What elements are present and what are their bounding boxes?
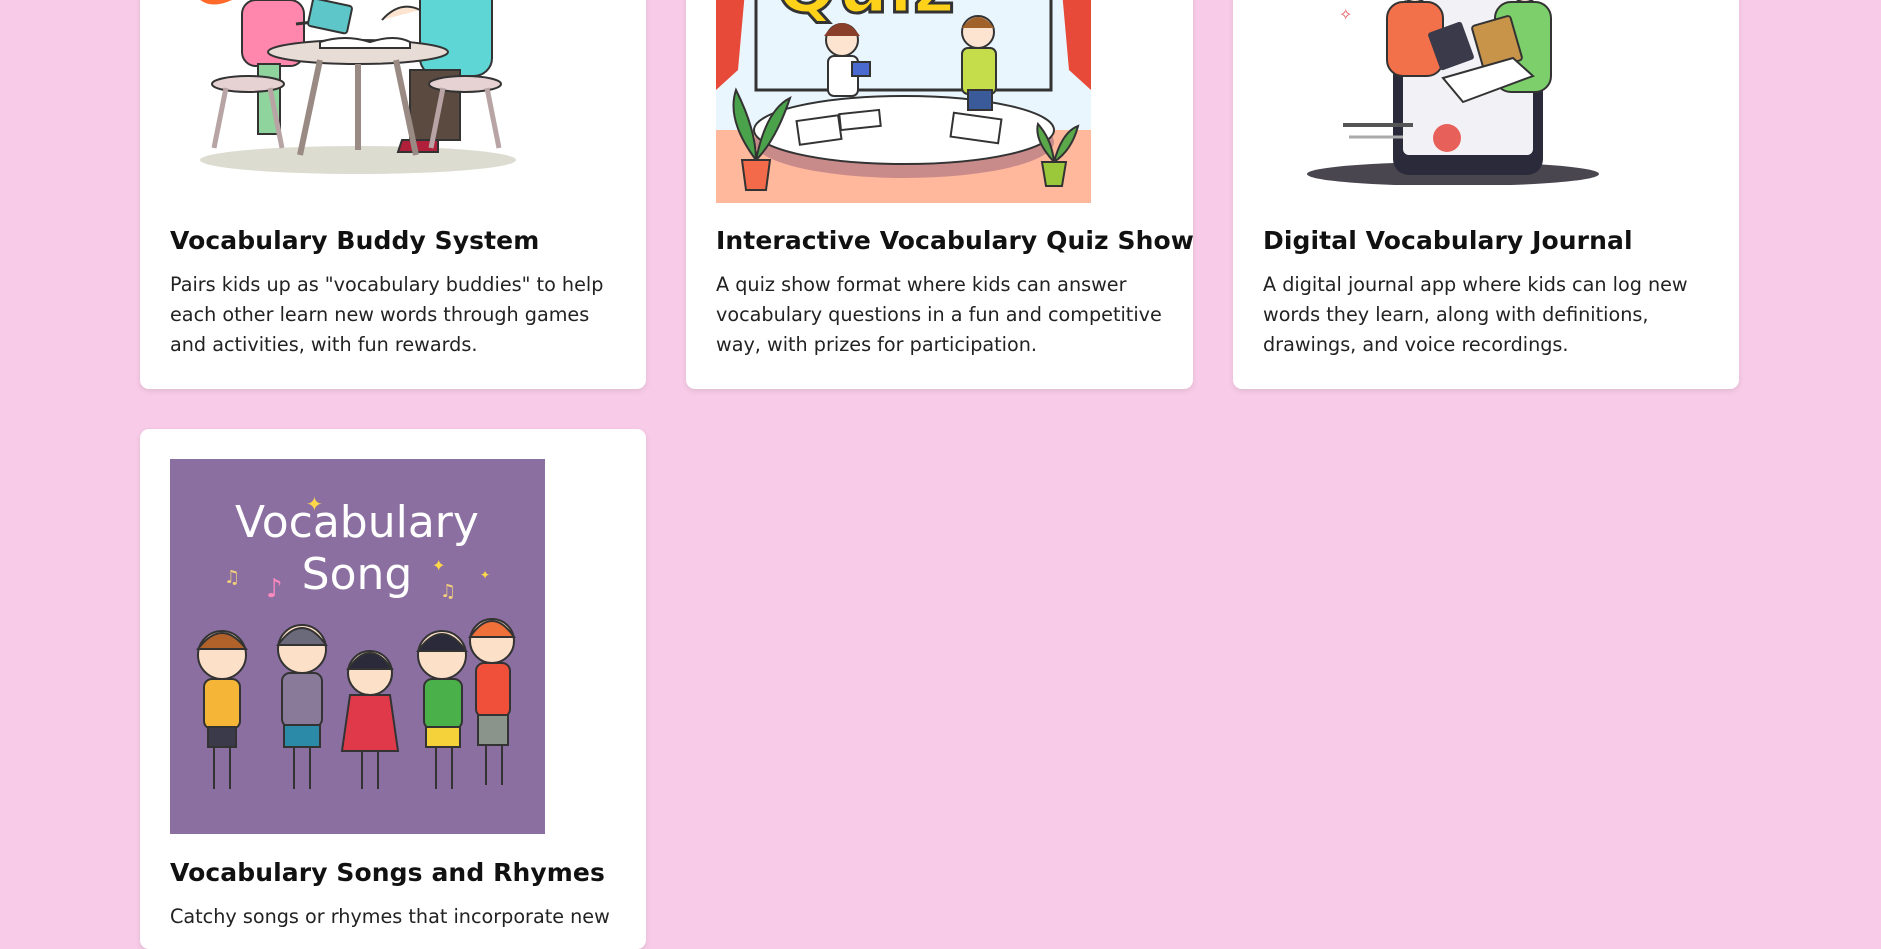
card-title: Digital Vocabulary Journal xyxy=(1263,226,1633,255)
quiz-show-stage-illustration: Quiz xyxy=(716,0,1091,203)
idea-card-songs-rhymes[interactable]: Vocabulary Song ✦ ✦ ✦ ♫ ♪ ♫ Vocabulary S… xyxy=(140,429,646,949)
card-title: Interactive Vocabulary Quiz Show xyxy=(716,226,1193,255)
card-description: Catchy songs or rhymes that incorporate … xyxy=(170,905,610,928)
idea-card-quiz-show[interactable]: Quiz xyxy=(686,0,1193,389)
card-title: Vocabulary Songs and Rhymes xyxy=(170,858,605,887)
kids-singing-illustration: Vocabulary Song ✦ ✦ ✦ ♫ ♪ ♫ xyxy=(170,459,545,834)
card-description: A quiz show format where kids can answer… xyxy=(716,273,1162,356)
card-description: A digital journal app where kids can log… xyxy=(1263,273,1688,356)
idea-card-grid: Vocabulary Buddy System Pairs kids up as… xyxy=(0,0,1881,949)
svg-text:✧: ✧ xyxy=(1339,5,1352,24)
two-kids-at-table-illustration xyxy=(170,0,545,180)
svg-text:✦: ✦ xyxy=(480,568,490,582)
idea-card-buddy-system[interactable]: Vocabulary Buddy System Pairs kids up as… xyxy=(140,0,646,389)
quiz-sign-text: Quiz xyxy=(776,0,955,29)
card-title: Vocabulary Buddy System xyxy=(170,226,540,255)
svg-text:♫: ♫ xyxy=(224,567,240,588)
svg-text:♫: ♫ xyxy=(440,581,456,602)
kids-with-phone-journal-illustration: ✧ xyxy=(1263,0,1638,185)
svg-text:✦: ✦ xyxy=(432,556,445,575)
idea-card-digital-journal[interactable]: ✧ Digital Vocabulary Journal A digital j… xyxy=(1233,0,1739,389)
svg-text:✦: ✦ xyxy=(306,492,323,516)
song-poster-title-line2: Song xyxy=(302,549,413,600)
svg-text:♪: ♪ xyxy=(266,574,283,604)
song-poster-title-line1: Vocabulary xyxy=(235,497,479,548)
card-description: Pairs kids up as "vocabulary buddies" to… xyxy=(170,273,604,356)
